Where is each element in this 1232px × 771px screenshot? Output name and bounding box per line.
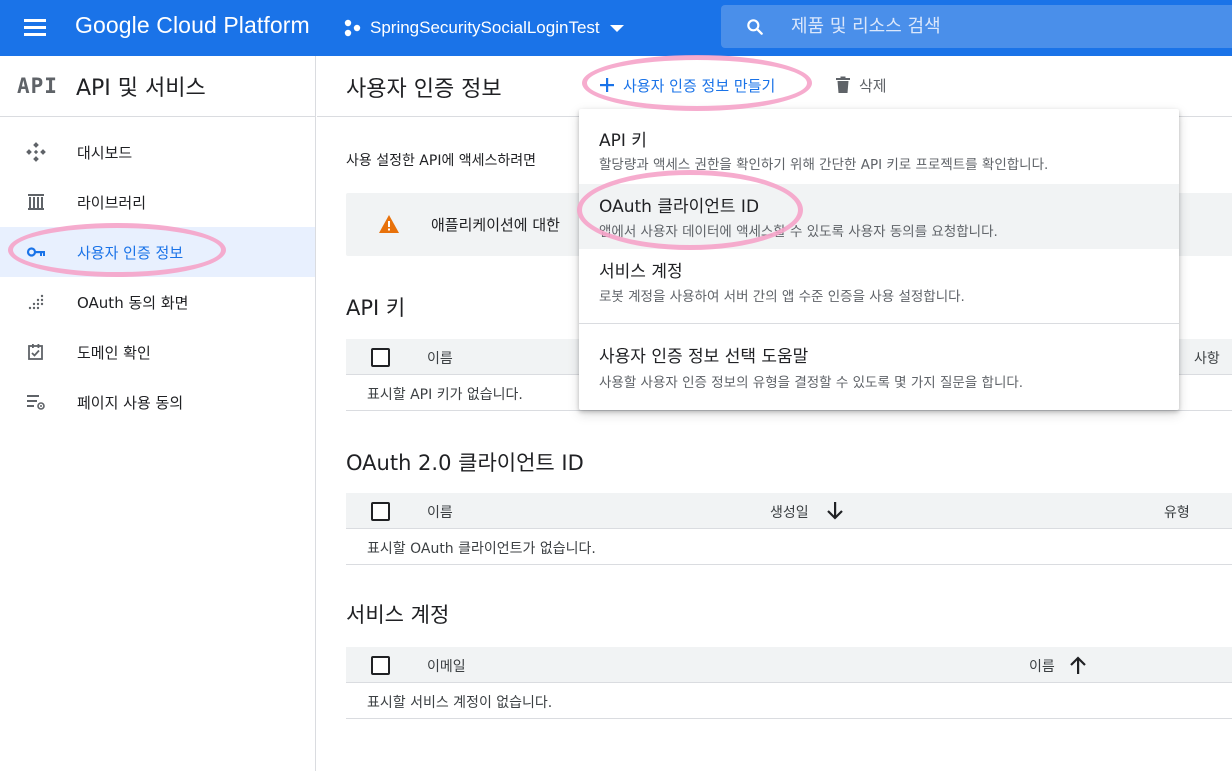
sidebar-item-dashboard[interactable]: 대시보드	[0, 127, 315, 177]
library-icon	[28, 194, 44, 210]
create-credentials-label: 사용자 인증 정보 만들기	[623, 76, 776, 95]
service-accounts-table-header: 이메일 이름	[346, 647, 1232, 683]
select-all-checkbox[interactable]	[371, 348, 390, 367]
trash-icon	[836, 76, 850, 93]
project-selector[interactable]: SpringSecuritySocialLoginTest	[342, 15, 624, 41]
column-header-restrictions[interactable]: 사항	[1194, 348, 1220, 368]
column-header-name[interactable]: 이름	[1029, 656, 1055, 676]
service-accounts-empty-row: 표시할 서비스 계정이 없습니다.	[346, 683, 1232, 719]
sidebar-item-label: 대시보드	[77, 143, 133, 162]
sidebar-title: API 및 서비스	[75, 76, 206, 101]
sidebar-item-label: 라이브러리	[77, 193, 147, 212]
consent-icon	[28, 294, 44, 310]
menu-icon[interactable]	[22, 16, 48, 38]
menu-item-service-account[interactable]: 서비스 계정 로봇 계정을 사용하여 서버 간의 앱 수준 인증을 사용 설정합…	[579, 249, 1179, 323]
top-app-bar: Google Cloud Platform SpringSecuritySoci…	[0, 0, 1232, 56]
arrow-down-icon[interactable]	[826, 501, 844, 521]
delete-label: 삭제	[859, 76, 887, 95]
plus-icon	[600, 78, 614, 92]
menu-item-oauth-client-id[interactable]: OAuth 클라이언트 ID 앱에서 사용자 데이터에 액세스할 수 있도록 사…	[579, 184, 1179, 249]
menu-item-title: OAuth 클라이언트 ID	[599, 197, 760, 217]
sidebar-item-library[interactable]: 라이브러리	[0, 177, 315, 227]
column-header-name[interactable]: 이름	[427, 348, 453, 368]
intro-text: 사용 설정한 API에 액세스하려면	[346, 153, 537, 169]
oauth-title: OAuth 2.0 클라이언트 ID	[346, 451, 584, 475]
warning-text: 애플리케이션에 대한	[431, 216, 560, 234]
oauth-table-header: 이름 생성일 유형	[346, 493, 1232, 529]
menu-item-title: 사용자 인증 정보 선택 도움말	[599, 347, 809, 367]
search-icon	[747, 19, 763, 35]
delete-button[interactable]: 삭제	[835, 74, 887, 96]
menu-item-api-key[interactable]: API 키 할당량과 액세스 권한을 확인하기 위해 간단한 API 키로 프로…	[579, 109, 1179, 184]
sidebar-item-domain-verification[interactable]: 도메인 확인	[0, 327, 315, 377]
column-header-created[interactable]: 생성일	[770, 502, 809, 522]
product-title[interactable]: Google Cloud Platform	[75, 12, 310, 39]
sidebar: API API 및 서비스 대시보드 라이브러리 사용자 인증 정보 OAuth…	[0, 56, 316, 771]
menu-item-description: 할당량과 액세스 권한을 확인하기 위해 간단한 API 키로 프로젝트를 확인…	[599, 157, 1049, 173]
sidebar-item-label: 페이지 사용 동의	[77, 393, 184, 412]
empty-message: 표시할 서비스 계정이 없습니다.	[367, 695, 553, 711]
sidebar-item-page-usage-agreement[interactable]: 페이지 사용 동의	[0, 377, 315, 427]
create-credentials-menu: API 키 할당량과 액세스 권한을 확인하기 위해 간단한 API 키로 프로…	[579, 109, 1179, 410]
project-icon	[344, 19, 361, 37]
service-accounts-title: 서비스 계정	[346, 603, 450, 627]
dashboard-icon	[26, 142, 46, 162]
sidebar-item-label: OAuth 동의 화면	[77, 293, 189, 312]
menu-item-description: 앱에서 사용자 데이터에 액세스할 수 있도록 사용자 동의를 요청합니다.	[599, 224, 998, 240]
search-bar[interactable]	[721, 5, 1232, 48]
settings-list-icon	[27, 395, 45, 410]
menu-item-description: 로봇 계정을 사용하여 서버 간의 앱 수준 인증을 사용 설정합니다.	[599, 289, 965, 305]
key-icon	[26, 247, 45, 257]
api-keys-title: API 키	[346, 296, 406, 320]
chevron-down-icon	[609, 24, 624, 32]
checkbox-icon	[28, 344, 43, 360]
page-title: 사용자 인증 정보	[346, 77, 502, 102]
arrow-up-icon[interactable]	[1069, 655, 1087, 675]
column-header-email[interactable]: 이메일	[427, 656, 466, 676]
sidebar-item-credentials[interactable]: 사용자 인증 정보	[0, 227, 315, 277]
project-name: SpringSecuritySocialLoginTest	[370, 18, 600, 37]
select-all-checkbox[interactable]	[371, 502, 390, 521]
menu-item-title: 서비스 계정	[599, 262, 683, 282]
warning-icon	[379, 215, 399, 233]
sidebar-header: API API 및 서비스	[0, 56, 315, 117]
column-header-name[interactable]: 이름	[427, 502, 453, 522]
api-logo: API	[17, 74, 58, 98]
sidebar-item-label: 도메인 확인	[77, 343, 151, 362]
menu-item-title: API 키	[599, 131, 647, 151]
create-credentials-button[interactable]: 사용자 인증 정보 만들기	[599, 74, 775, 96]
oauth-empty-row: 표시할 OAuth 클라이언트가 없습니다.	[346, 529, 1232, 565]
empty-message: 표시할 OAuth 클라이언트가 없습니다.	[367, 541, 596, 557]
menu-item-help-choose[interactable]: 사용자 인증 정보 선택 도움말 사용할 사용자 인증 정보의 유형을 결정할 …	[579, 324, 1179, 410]
menu-item-description: 사용할 사용자 인증 정보의 유형을 결정할 수 있도록 몇 가지 질문을 합니…	[599, 375, 1024, 391]
sidebar-item-label: 사용자 인증 정보	[77, 243, 184, 262]
select-all-checkbox[interactable]	[371, 656, 390, 675]
search-input[interactable]	[791, 11, 1211, 41]
column-header-type[interactable]: 유형	[1164, 502, 1190, 522]
sidebar-item-oauth-consent[interactable]: OAuth 동의 화면	[0, 277, 315, 327]
sidebar-nav: 대시보드 라이브러리 사용자 인증 정보 OAuth 동의 화면 도메인 확인 …	[0, 117, 315, 427]
empty-message: 표시할 API 키가 없습니다.	[367, 387, 523, 403]
